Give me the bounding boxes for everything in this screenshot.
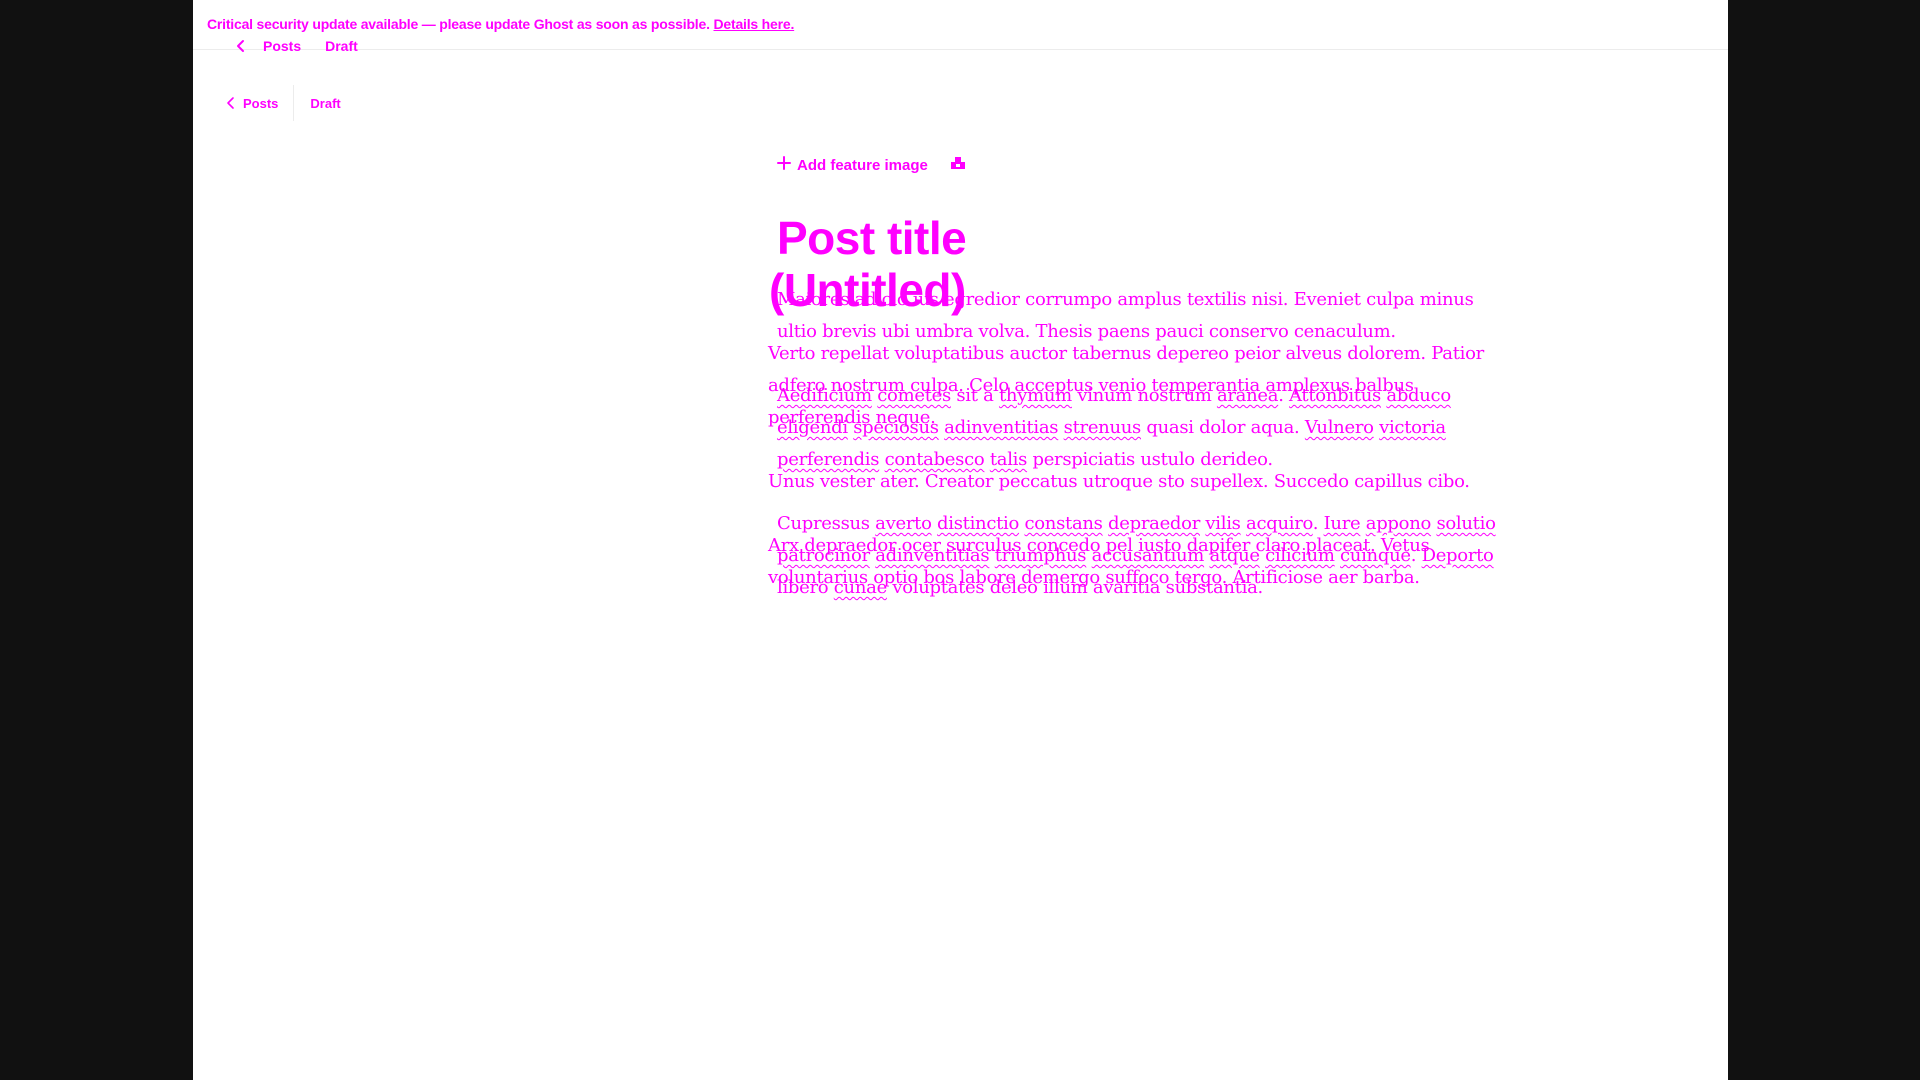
security-update-banner: Critical security update available — ple… (193, 0, 1728, 50)
chevron-left-icon (225, 96, 237, 110)
body-paragraph: Arx depraedor ocer surculus concedo pel … (768, 535, 1430, 588)
breadcrumb: Posts Draft (235, 38, 358, 54)
banner-message: Critical security update available — ple… (207, 16, 710, 32)
breadcrumb-status: Draft (325, 38, 358, 54)
body-paragraph: Verto repellat voluptatibus auctor taber… (768, 343, 1484, 428)
add-feature-image-button[interactable]: Add feature image (777, 156, 928, 174)
back-to-posts-label: Posts (243, 95, 279, 111)
banner-details-link[interactable]: Details here. (713, 16, 794, 32)
chevron-left-icon[interactable] (235, 39, 247, 53)
body-paragraph: Unus vester ater. Creator peccatus utroq… (768, 471, 1470, 492)
add-feature-image-label: Add feature image (797, 156, 928, 174)
editor-header-breadcrumb: Posts Draft (225, 85, 341, 121)
post-body-content-overlay: Verto repellat voluptatibus auctor taber… (768, 338, 1508, 626)
breadcrumb-divider (293, 85, 295, 121)
image-upload-icon[interactable] (950, 156, 966, 174)
ghost-editor-window: Critical security update available — ple… (193, 0, 1728, 1080)
plus-icon (777, 156, 791, 174)
back-to-posts-button[interactable]: Posts (225, 96, 278, 111)
banner-text-row: Critical security update available — ple… (207, 16, 794, 32)
feature-image-toolbar: Add feature image (777, 156, 966, 174)
breadcrumb-posts-link[interactable]: Posts (263, 38, 301, 54)
post-status-label: Draft (310, 95, 341, 111)
post-title-placeholder: Post title (777, 212, 967, 264)
